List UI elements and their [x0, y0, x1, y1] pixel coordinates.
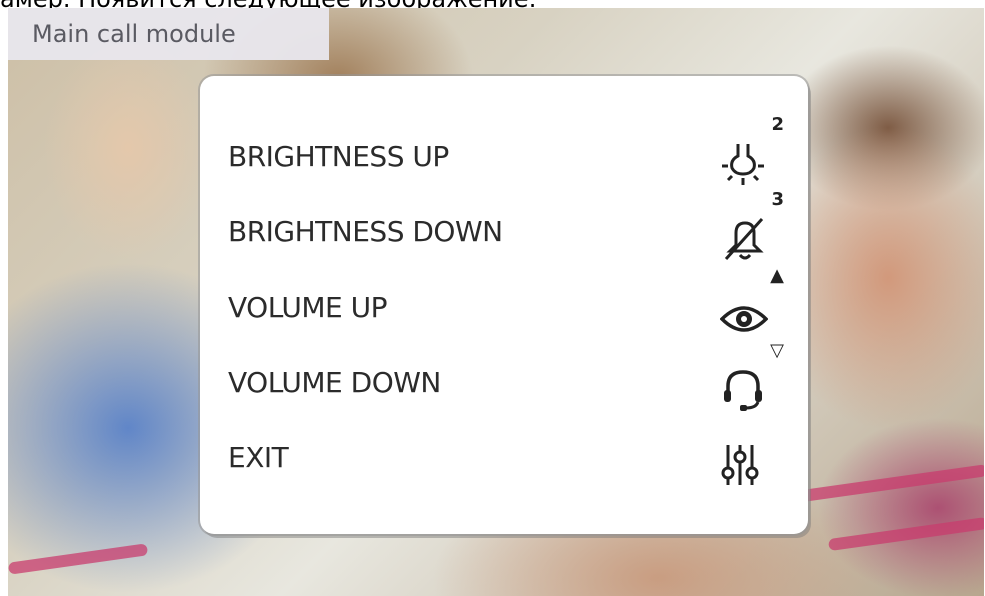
- camera-source-label: Main call module: [8, 8, 329, 60]
- menu-item-label: BRIGHTNESS UP: [228, 139, 449, 173]
- headset-icon: ▽: [720, 340, 784, 412]
- icon-badge: 2: [771, 114, 784, 135]
- light-bulb-icon: 2: [720, 114, 784, 186]
- menu-item-label: VOLUME DOWN: [228, 365, 441, 399]
- menu-item-label: BRIGHTNESS DOWN: [228, 214, 503, 248]
- shirt-stripe: [827, 516, 984, 552]
- bell-off-icon: 3: [720, 189, 784, 261]
- shirt-stripe: [8, 543, 149, 575]
- menu-item-volume-up[interactable]: VOLUME UP ▲: [228, 265, 788, 342]
- osd-menu: BRIGHTNESS UP 2 BRIGHTNESS DOWN 3 VOLUME…: [200, 76, 808, 534]
- menu-item-label: EXIT: [228, 440, 289, 474]
- menu-item-brightness-up[interactable]: BRIGHTNESS UP 2: [228, 114, 788, 191]
- menu-item-label: VOLUME UP: [228, 290, 388, 324]
- icon-badge: 3: [771, 189, 784, 210]
- icon-badge: ▽: [770, 340, 784, 361]
- menu-item-exit[interactable]: EXIT: [228, 422, 788, 492]
- shirt-stripe: [788, 464, 984, 504]
- eye-icon: ▲: [720, 265, 784, 337]
- menu-item-volume-down[interactable]: VOLUME DOWN ▽: [228, 340, 788, 417]
- menu-item-brightness-down[interactable]: BRIGHTNESS DOWN 3: [228, 189, 788, 266]
- icon-badge: ▲: [770, 265, 784, 286]
- settings-sliders-icon: [720, 427, 780, 487]
